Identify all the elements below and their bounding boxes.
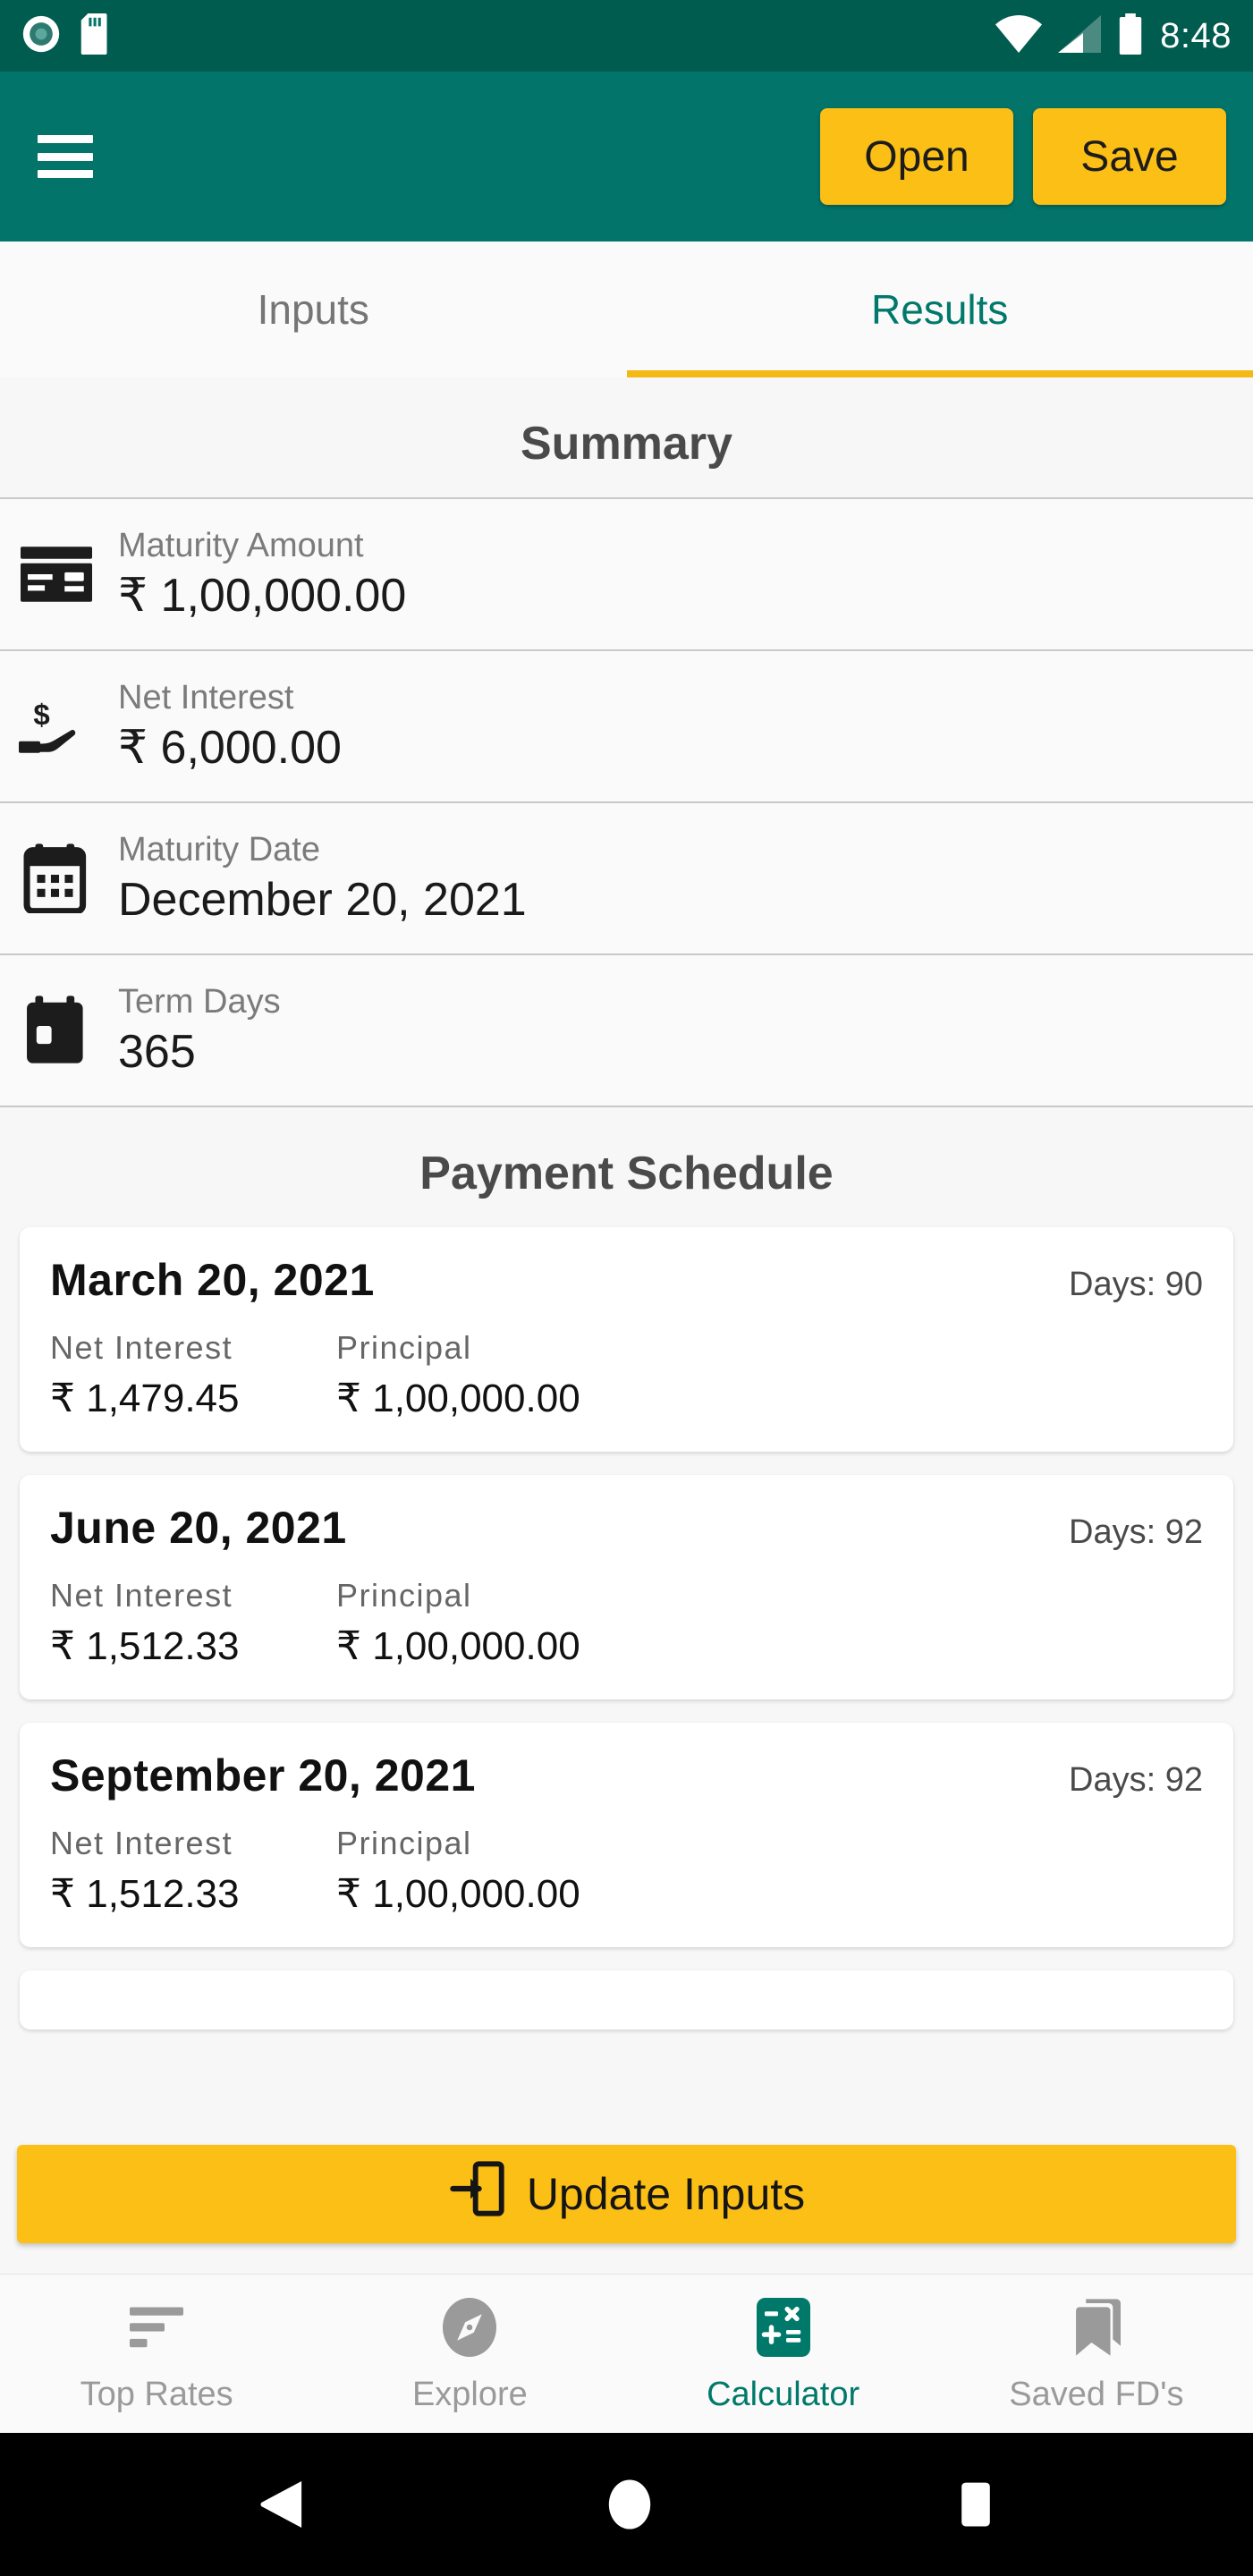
payment-principal-value: ₹ 1,00,000.00 bbox=[336, 1377, 580, 1420]
payment-schedule-card[interactable]: March 20, 2021 Days: 90 Net Interest ₹ 1… bbox=[20, 1227, 1233, 1452]
update-inputs-label: Update Inputs bbox=[526, 2169, 806, 2219]
home-circle-icon[interactable] bbox=[604, 2479, 656, 2530]
summary-row-texts: Maturity Date December 20, 2021 bbox=[118, 831, 527, 927]
payment-days: Days: 92 bbox=[1069, 1761, 1203, 1799]
hamburger-menu-icon[interactable] bbox=[38, 135, 93, 178]
summary-row-maturity-amount: Maturity Amount ₹ 1,00,000.00 bbox=[0, 499, 1253, 651]
column-label-principal: Principal bbox=[336, 1825, 472, 1861]
summary-list: Maturity Amount ₹ 1,00,000.00 $ Net Inte… bbox=[0, 497, 1253, 1107]
sort-list-icon bbox=[127, 2293, 186, 2361]
bottom-navigation: Top Rates Explore Calculator Saved FD's bbox=[0, 2274, 1253, 2433]
nav-label-top-rates: Top Rates bbox=[80, 2376, 233, 2413]
payment-principal-value: ₹ 1,00,000.00 bbox=[336, 1872, 580, 1916]
bookmark-icon bbox=[1069, 2293, 1124, 2361]
wifi-icon bbox=[995, 14, 1043, 57]
payment-principal-value: ₹ 1,00,000.00 bbox=[336, 1624, 580, 1668]
nav-item-explore[interactable]: Explore bbox=[313, 2275, 626, 2433]
payment-schedule-card[interactable]: September 20, 2021 Days: 92 Net Interest… bbox=[20, 1723, 1233, 1947]
summary-label: Maturity Amount bbox=[118, 526, 364, 564]
payment-card-header: September 20, 2021 Days: 92 bbox=[50, 1750, 1203, 1801]
sd-card-icon bbox=[80, 13, 113, 59]
status-bar: 8:48 bbox=[0, 0, 1253, 72]
summary-value: ₹ 1,00,000.00 bbox=[118, 569, 407, 622]
payment-principal-column: Principal ₹ 1,00,000.00 bbox=[336, 1577, 580, 1669]
calendar-icon bbox=[18, 843, 95, 913]
summary-value: December 20, 2021 bbox=[118, 873, 527, 926]
payment-card-header: June 20, 2021 Days: 92 bbox=[50, 1502, 1203, 1554]
payment-date: March 20, 2021 bbox=[50, 1255, 375, 1305]
tab-inputs[interactable]: Inputs bbox=[0, 242, 627, 377]
payment-net-interest-column: Net Interest ₹ 1,479.45 bbox=[50, 1329, 336, 1421]
payment-date: June 20, 2021 bbox=[50, 1503, 347, 1553]
status-bar-clock: 8:48 bbox=[1160, 15, 1232, 55]
summary-heading: Summary bbox=[521, 418, 732, 470]
payment-net-interest-value: ₹ 1,479.45 bbox=[50, 1377, 240, 1420]
nav-item-top-rates[interactable]: Top Rates bbox=[0, 2275, 313, 2433]
nav-label-calculator: Calculator bbox=[707, 2376, 860, 2413]
update-inputs-button[interactable]: Update Inputs bbox=[17, 2145, 1236, 2243]
column-label-net-interest: Net Interest bbox=[50, 1577, 233, 1614]
back-triangle-icon[interactable] bbox=[258, 2479, 304, 2530]
payment-card-columns: Net Interest ₹ 1,512.33 Principal ₹ 1,00… bbox=[50, 1825, 1203, 1917]
payment-schedule-list: March 20, 2021 Days: 90 Net Interest ₹ 1… bbox=[0, 1227, 1253, 2029]
payment-schedule-heading: Payment Schedule bbox=[419, 1148, 834, 1199]
payment-net-interest-value: ₹ 1,512.33 bbox=[50, 1624, 240, 1668]
update-inputs-container: Update Inputs bbox=[0, 2145, 1253, 2243]
calculator-icon bbox=[756, 2293, 811, 2361]
credit-card-icon bbox=[18, 547, 95, 602]
battery-icon bbox=[1117, 13, 1144, 59]
payment-days: Days: 92 bbox=[1069, 1513, 1203, 1551]
payment-date: September 20, 2021 bbox=[50, 1750, 476, 1801]
payment-schedule-card-partial[interactable] bbox=[20, 1970, 1233, 2029]
payment-net-interest-value: ₹ 1,512.33 bbox=[50, 1872, 240, 1916]
payment-net-interest-column: Net Interest ₹ 1,512.33 bbox=[50, 1577, 336, 1669]
nav-label-explore: Explore bbox=[411, 2376, 528, 2413]
nav-item-calculator[interactable]: Calculator bbox=[627, 2275, 940, 2433]
column-label-principal: Principal bbox=[336, 1329, 472, 1366]
payment-card-columns: Net Interest ₹ 1,512.33 Principal ₹ 1,00… bbox=[50, 1577, 1203, 1669]
login-arrow-icon bbox=[448, 2160, 505, 2228]
column-label-net-interest: Net Interest bbox=[50, 1329, 233, 1366]
android-navigation-bar bbox=[0, 2433, 1253, 2576]
summary-value: 365 bbox=[118, 1025, 196, 1078]
open-button[interactable]: Open bbox=[820, 108, 1013, 205]
summary-label: Maturity Date bbox=[118, 830, 320, 869]
svg-text:$: $ bbox=[33, 699, 49, 732]
payment-schedule-card[interactable]: June 20, 2021 Days: 92 Net Interest ₹ 1,… bbox=[20, 1475, 1233, 1699]
payment-days: Days: 90 bbox=[1069, 1266, 1203, 1303]
calendar-day-icon bbox=[18, 996, 95, 1065]
summary-row-maturity-date: Maturity Date December 20, 2021 bbox=[0, 803, 1253, 955]
summary-row-texts: Maturity Amount ₹ 1,00,000.00 bbox=[118, 527, 406, 623]
summary-row-term-days: Term Days 365 bbox=[0, 955, 1253, 1107]
app-screen: 8:48 Open Save Inputs Results Summary Ma… bbox=[0, 0, 1253, 2576]
payment-principal-column: Principal ₹ 1,00,000.00 bbox=[336, 1329, 580, 1421]
column-label-net-interest: Net Interest bbox=[50, 1825, 233, 1861]
payment-principal-column: Principal ₹ 1,00,000.00 bbox=[336, 1825, 580, 1917]
nav-label-saved-fds: Saved FD's bbox=[1009, 2376, 1184, 2413]
summary-row-net-interest: $ Net Interest ₹ 6,000.00 bbox=[0, 651, 1253, 803]
nav-item-saved-fds[interactable]: Saved FD's bbox=[940, 2275, 1253, 2433]
tab-results[interactable]: Results bbox=[626, 242, 1253, 377]
payment-card-header: March 20, 2021 Days: 90 bbox=[50, 1254, 1203, 1306]
hand-holding-dollar-icon: $ bbox=[18, 697, 95, 756]
summary-row-texts: Net Interest ₹ 6,000.00 bbox=[118, 679, 342, 775]
save-button[interactable]: Save bbox=[1033, 108, 1226, 205]
status-bar-right-icons: 8:48 bbox=[995, 13, 1232, 59]
app-bar-actions: Open Save bbox=[820, 108, 1226, 205]
column-label-principal: Principal bbox=[336, 1577, 472, 1614]
payment-net-interest-column: Net Interest ₹ 1,512.33 bbox=[50, 1825, 336, 1917]
summary-row-texts: Term Days 365 bbox=[118, 983, 281, 1079]
tab-bar: Inputs Results bbox=[0, 242, 1253, 377]
record-icon bbox=[21, 14, 61, 58]
payment-card-columns: Net Interest ₹ 1,479.45 Principal ₹ 1,00… bbox=[50, 1329, 1203, 1421]
summary-label: Net Interest bbox=[118, 678, 294, 716]
summary-value: ₹ 6,000.00 bbox=[118, 721, 342, 774]
summary-label: Term Days bbox=[118, 982, 281, 1021]
compass-icon bbox=[440, 2293, 499, 2361]
status-bar-left-icons bbox=[21, 13, 113, 59]
recents-square-icon[interactable] bbox=[955, 2479, 996, 2529]
app-bar: Open Save bbox=[0, 72, 1253, 242]
cellular-signal-icon bbox=[1058, 14, 1102, 57]
results-scroll-area[interactable]: Summary Maturity Amount ₹ 1,00,000.00 $ … bbox=[0, 377, 1253, 2274]
